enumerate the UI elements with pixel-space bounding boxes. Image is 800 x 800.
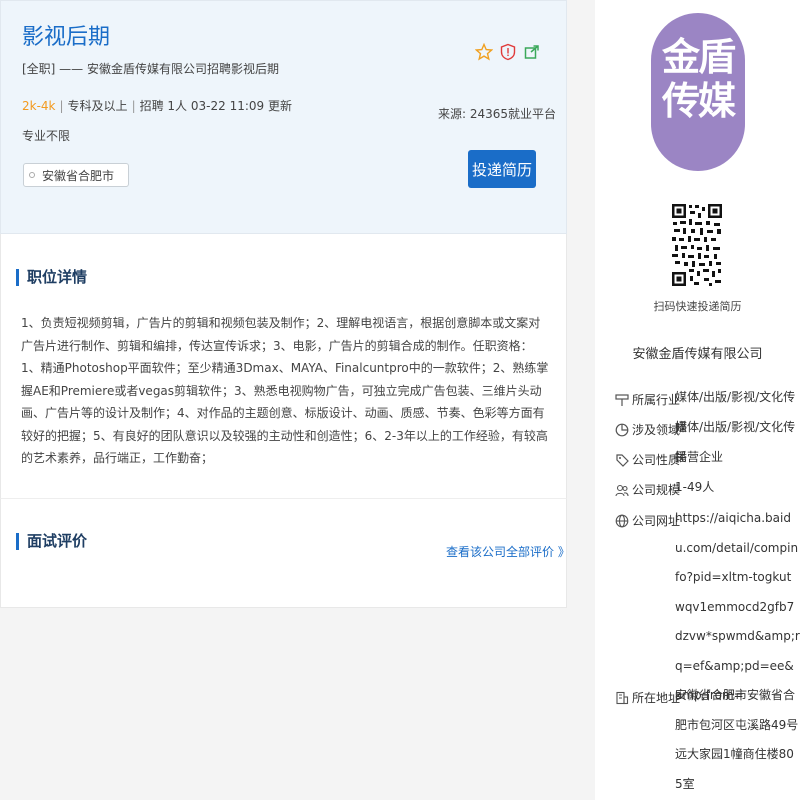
building-icon (615, 691, 629, 705)
job-detail-card: 职位详情 1、负责短视频剪辑，广告片的剪辑和视频包装及制作；2、理解电视语言，根… (0, 234, 567, 498)
info-value: 安徽省合肥市安徽省合肥市包河区屯溪路49号远大家园1幢商住楼805室 (675, 688, 799, 791)
globe-icon (615, 514, 629, 528)
all-reviews-link[interactable]: 查看该公司全部评价 》 (446, 543, 570, 560)
website-link[interactable]: https://aiqicha.baidu.com/detail/compinf… (675, 504, 800, 711)
qr-code (671, 203, 723, 287)
company-logo: 金盾传媒 (651, 13, 745, 171)
info-label: 所在地址 (632, 691, 681, 705)
company-logo-text: 金盾传媒 (661, 35, 736, 123)
salary: 2k-4k (22, 99, 56, 113)
people-icon (615, 483, 629, 497)
domain-icon (615, 423, 629, 437)
job-source: 来源: 24365就业平台 (438, 107, 557, 121)
info-label: 涉及领域 (632, 423, 681, 437)
info-value: 民营企业 (675, 450, 724, 464)
company-name[interactable]: 安徽金盾传媒有限公司 (595, 343, 800, 362)
location-text: 安徽省合肥市 (42, 169, 115, 183)
industry-icon (615, 393, 629, 407)
job-meta: 2k-4k | 专科及以上 | 招聘 1人 03-22 11:09 更新 (22, 99, 292, 113)
location-tag: 安徽省合肥市 (23, 163, 130, 187)
share-icon[interactable] (523, 43, 541, 61)
job-subtitle: [全职] —— 安徽金盾传媒有限公司招聘影视后期 (22, 62, 279, 76)
location-tag-icon (615, 453, 629, 467)
company-sidebar: 金盾传媒 扫码快速投递简历 安徽金盾传媒有限公司 所属行业 媒体/出版/影视/文… (595, 0, 800, 800)
info-label: 公司性质 (632, 453, 681, 467)
action-icons (474, 42, 541, 61)
headcount: 招聘 1人 (139, 99, 188, 113)
info-label: 所属行业 (632, 393, 681, 407)
education: 专科及以上 (67, 99, 128, 113)
detail-section-title: 职位详情 (16, 269, 87, 286)
apply-button[interactable]: 投递简历 (468, 150, 536, 188)
info-label: 公司规模 (632, 483, 681, 497)
job-description: 1、负责短视频剪辑，广告片的剪辑和视频包装及制作；2、理解电视语言，根据创意脚本… (21, 316, 549, 465)
location-dot-icon (29, 172, 35, 178)
job-major: 专业不限 (22, 129, 71, 143)
qr-caption: 扫码快速投递简历 (653, 300, 742, 313)
update-time: 03-22 11:09 更新 (190, 99, 292, 113)
review-section-title: 面试评价 (16, 533, 87, 550)
info-label: 公司网址 (632, 514, 681, 528)
star-icon[interactable] (474, 42, 494, 61)
job-title: 影视后期 (22, 25, 111, 50)
info-value: 1-49人 (675, 480, 715, 494)
review-card: 面试评价 查看该公司全部评价 》 (0, 498, 570, 608)
job-header-card: 影视后期 [全职] —— 安徽金盾传媒有限公司招聘影视后期 2k-4k | 专科及以… (0, 0, 567, 234)
report-icon[interactable] (499, 43, 517, 61)
